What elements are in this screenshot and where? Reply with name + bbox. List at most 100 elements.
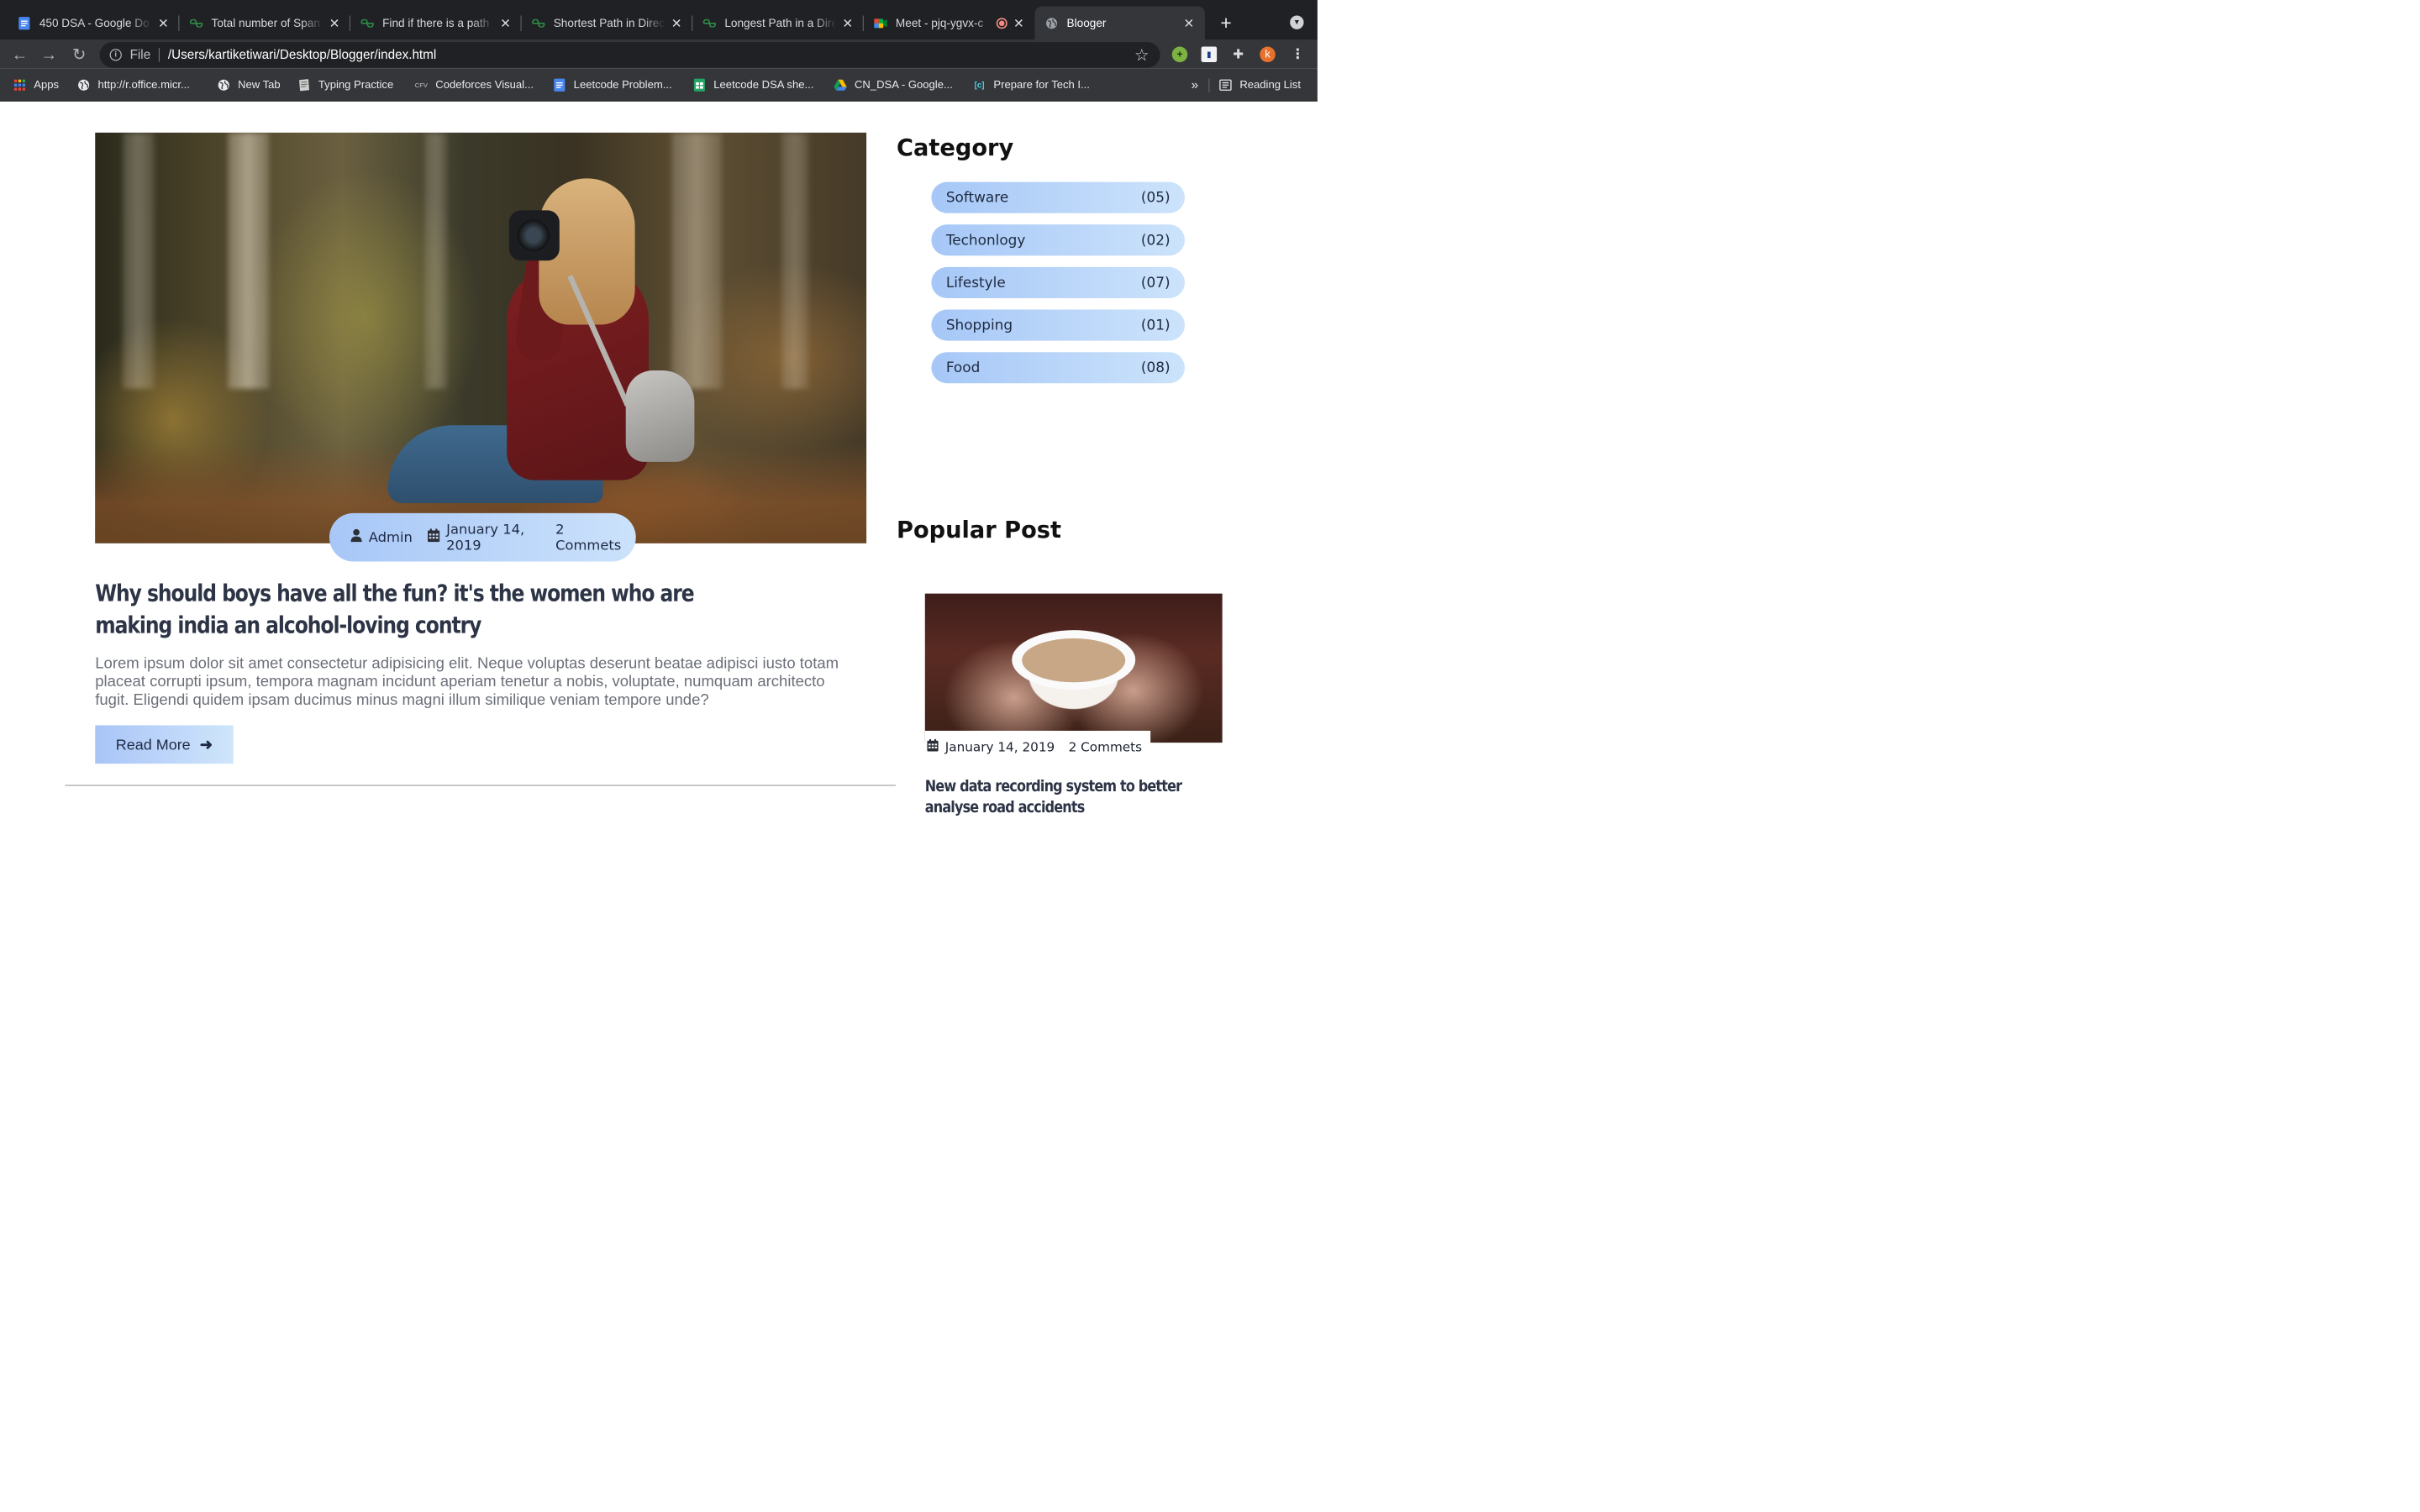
browser-tab-active[interactable]: Blooger ✕ — [1034, 6, 1205, 40]
tab-strip: 450 DSA - Google Do ✕ Total number of Sp… — [0, 0, 1318, 40]
menu-kebab-icon[interactable]: ⋮ — [1290, 47, 1306, 63]
globe-icon — [217, 78, 230, 92]
arrow-right-icon: ➜ — [199, 735, 213, 753]
comments-text: 2 Commets — [555, 521, 622, 554]
category-item-food[interactable]: Food (08) — [931, 352, 1185, 384]
reload-icon[interactable]: ↻ — [69, 44, 90, 65]
url-text[interactable]: /Users/kartiketiwari/Desktop/Blogger/ind… — [168, 48, 436, 62]
category-name: Shopping — [945, 317, 1013, 333]
google-drive-icon — [834, 78, 847, 92]
category-item-technology[interactable]: Techonlogy (02) — [931, 224, 1185, 256]
google-docs-icon — [18, 17, 31, 30]
popular-post-meta: January 14, 2019 2 Commets — [924, 730, 1150, 764]
browser-tab[interactable]: Longest Path in a Dire ✕ — [692, 7, 864, 40]
divider — [158, 48, 160, 62]
close-icon[interactable]: ✕ — [1012, 16, 1025, 31]
read-more-label: Read More — [115, 735, 191, 753]
reading-list-button[interactable]: Reading List — [1218, 76, 1301, 93]
tab-title: Total number of Span — [211, 16, 320, 30]
close-icon[interactable]: ✕ — [841, 16, 855, 31]
info-icon[interactable]: i — [109, 49, 122, 61]
date-text: January 14, 2019 — [944, 739, 1055, 754]
popular-post-comments[interactable]: 2 Commets — [1069, 739, 1143, 754]
calendar-icon — [927, 738, 939, 754]
apps-grid-icon — [13, 78, 26, 92]
profile-avatar[interactable]: k — [1260, 46, 1276, 63]
post-meta: Admin January 14, 2019 2 Commets — [329, 512, 636, 562]
date-text: January 14, 2019 — [446, 521, 525, 554]
bookmark-star-icon[interactable]: ☆ — [1134, 45, 1150, 65]
bookmark-typing-practice[interactable]: Typing Practice — [297, 76, 393, 93]
bookmark-label: http://r.office.micr... — [97, 78, 190, 92]
globe-icon — [1044, 17, 1058, 30]
extension-flag-icon[interactable]: ▮ — [1201, 46, 1218, 63]
tab-search-icon[interactable]: ▼ — [1290, 15, 1304, 29]
close-icon[interactable]: ✕ — [1182, 16, 1196, 31]
tab-title: Find if there is a path — [382, 16, 490, 30]
bookmark-leetcode-problems[interactable]: Leetcode Problem... — [553, 76, 672, 93]
category-count: (02) — [1140, 232, 1171, 249]
bookmark-label: New Tab — [238, 78, 281, 92]
geeksforgeeks-icon — [532, 17, 545, 30]
bookmark-new-tab[interactable]: New Tab — [217, 76, 281, 93]
tab-title: Longest Path in a Dire — [724, 16, 837, 30]
bookmarks-overflow-icon[interactable]: » — [1192, 76, 1198, 93]
post-date: January 14, 2019 — [427, 522, 540, 554]
bookmark-leetcode-dsa-sheet[interactable]: Leetcode DSA she... — [692, 76, 813, 93]
geeksforgeeks-icon — [360, 17, 374, 30]
user-icon — [350, 528, 362, 546]
close-icon[interactable]: ✕ — [156, 16, 170, 31]
read-more-button[interactable]: Read More ➜ — [95, 725, 234, 764]
browser-tab[interactable]: Meet - pjq-ygvx-c ✕ — [864, 7, 1035, 40]
extensions-puzzle-icon[interactable]: ✚ — [1230, 47, 1246, 63]
category-item-software[interactable]: Software (05) — [931, 181, 1185, 213]
blog-page: Admin January 14, 2019 2 Commets Why sho… — [0, 101, 1318, 823]
close-icon[interactable]: ✕ — [670, 16, 683, 31]
bookmark-label: Apps — [34, 78, 60, 92]
reading-list-icon — [1218, 78, 1232, 92]
tab-title: 450 DSA - Google Do — [39, 16, 150, 30]
camera — [508, 210, 560, 261]
cfv-icon: CFV — [414, 81, 429, 89]
close-icon[interactable]: ✕ — [498, 16, 512, 31]
address-bar[interactable]: i File /Users/kartiketiwari/Desktop/Blog… — [99, 42, 1160, 68]
post-comments[interactable]: 2 Commets — [555, 522, 621, 554]
browser-tab[interactable]: Total number of Span ✕ — [179, 7, 351, 40]
tab-title: Shortest Path in Direc — [553, 16, 666, 30]
category-name: Lifestyle — [945, 274, 1006, 291]
popular-post-image[interactable] — [924, 593, 1223, 743]
post-featured-image[interactable] — [95, 132, 867, 543]
category-name: Techonlogy — [945, 232, 1026, 249]
author-name: Admin — [368, 529, 413, 546]
category-heading: Category — [897, 134, 1014, 161]
bookmark-office[interactable]: http://r.office.micr... — [76, 76, 190, 93]
browser-tab[interactable]: 450 DSA - Google Do ✕ — [8, 7, 180, 40]
post-author[interactable]: Admin — [350, 528, 413, 546]
bookmark-apps[interactable]: Apps — [13, 76, 59, 93]
background-tree — [781, 132, 809, 389]
new-tab-button[interactable]: + — [1217, 11, 1235, 34]
post-title[interactable]: Why should boys have all the fun? it's t… — [95, 577, 764, 641]
category-count: (08) — [1140, 359, 1171, 376]
close-icon[interactable]: ✕ — [328, 16, 341, 31]
bookmark-codeforces[interactable]: CFV Codeforces Visual... — [414, 76, 534, 93]
browser-tab[interactable]: Find if there is a path ✕ — [350, 7, 522, 40]
globe-icon — [76, 78, 90, 92]
bookmark-prepare-tech[interactable]: [c] Prepare for Tech I... — [972, 76, 1090, 93]
back-arrow-icon[interactable]: ← — [9, 44, 30, 65]
forward-arrow-icon[interactable]: → — [39, 44, 60, 65]
bookmark-cn-dsa[interactable]: CN_DSA - Google... — [834, 76, 953, 93]
browser-tab[interactable]: Shortest Path in Direc ✕ — [522, 7, 693, 40]
geeksforgeeks-icon — [702, 17, 716, 30]
popular-post-date: January 14, 2019 — [927, 738, 1055, 754]
bookmark-label: Codeforces Visual... — [435, 78, 534, 92]
category-item-shopping[interactable]: Shopping (01) — [931, 309, 1185, 341]
extension-plus-icon[interactable]: + — [1171, 46, 1188, 63]
category-item-lifestyle[interactable]: Lifestyle (07) — [931, 266, 1185, 298]
category-name: Food — [945, 359, 981, 376]
bookmark-label: Typing Practice — [318, 78, 394, 92]
google-sheets-icon — [692, 78, 706, 92]
popular-post-title[interactable]: New data recording system to better anal… — [925, 775, 1209, 817]
tab-title: Meet - pjq-ygvx-c — [895, 16, 984, 30]
post-divider — [65, 785, 896, 786]
